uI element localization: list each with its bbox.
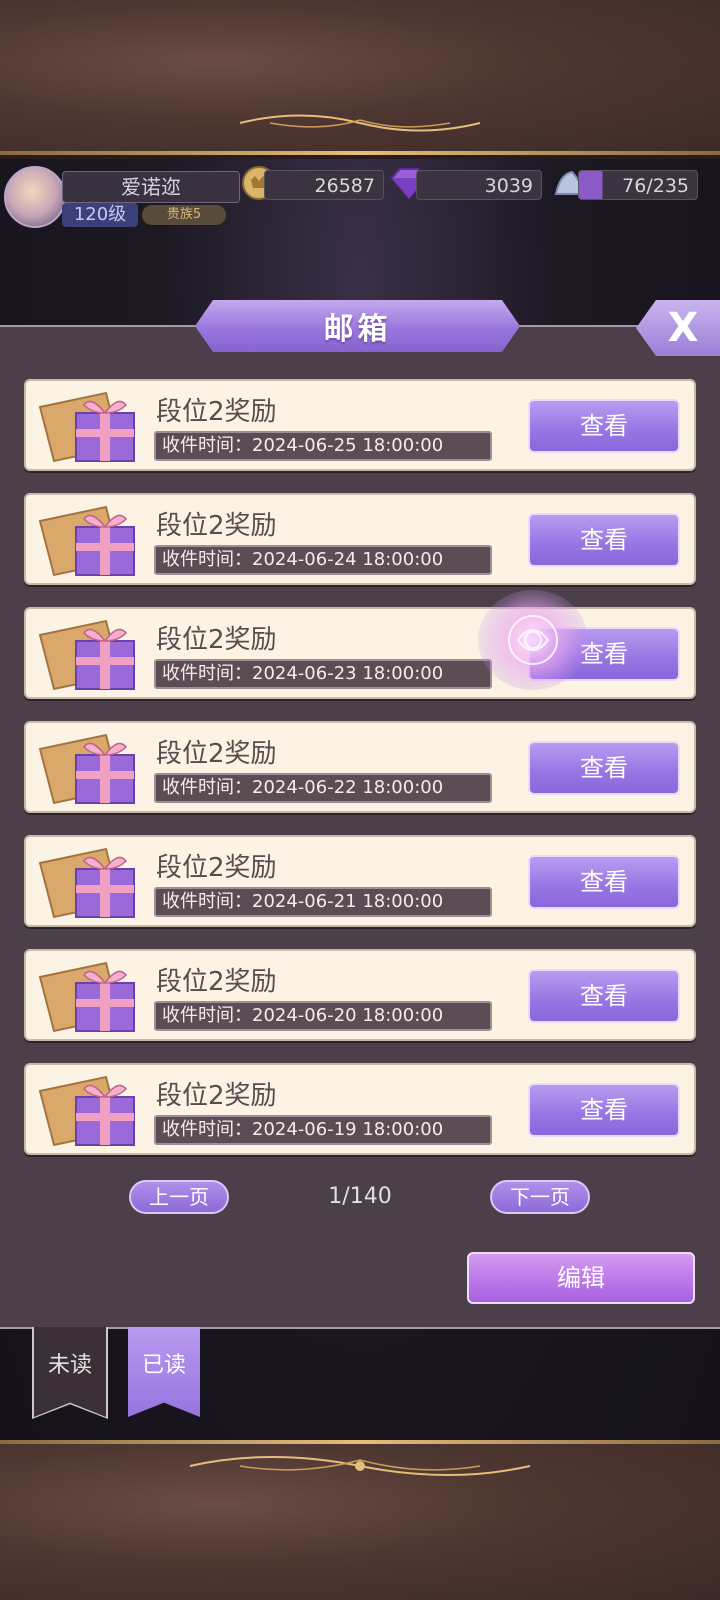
mail-received-time: 收件时间：2024-06-19 18:00:00 <box>154 1115 492 1145</box>
player-avatar[interactable] <box>4 166 66 228</box>
view-mail-button[interactable]: 查看 <box>528 741 680 795</box>
view-mail-button[interactable]: 查看 <box>528 1083 680 1137</box>
mail-gift-icon <box>38 619 135 691</box>
mail-gift-icon <box>38 505 135 577</box>
view-mail-button[interactable]: 查看 <box>528 399 680 453</box>
mail-received-time: 收件时间：2024-06-22 18:00:00 <box>154 773 492 803</box>
diamond-counter: 3039 <box>416 170 542 200</box>
view-mail-button[interactable]: 查看 <box>528 969 680 1023</box>
mail-received-time: 收件时间：2024-06-25 18:00:00 <box>154 431 492 461</box>
mail-item[interactable]: 段位2奖励 收件时间：2024-06-24 18:00:00 查看 <box>24 493 696 585</box>
top-scroll-ornament <box>239 114 481 132</box>
top-ornament-band <box>0 0 720 155</box>
player-name: 爱诺迩 <box>62 171 240 203</box>
edit-button[interactable]: 编辑 <box>467 1252 695 1304</box>
mail-item[interactable]: 段位2奖励 收件时间：2024-06-22 18:00:00 查看 <box>24 721 696 813</box>
mail-received-time: 收件时间：2024-06-21 18:00:00 <box>154 887 492 917</box>
mailbox-title: 邮箱 <box>323 312 392 347</box>
page-indicator: 1/140 <box>328 1184 392 1209</box>
view-mail-button[interactable]: 查看 <box>528 627 680 681</box>
next-page-button[interactable]: 下一页 <box>490 1180 590 1214</box>
mail-item[interactable]: 段位2奖励 收件时间：2024-06-25 18:00:00 查看 <box>24 379 696 471</box>
mail-title: 段位2奖励 <box>156 1081 277 1111</box>
mail-title: 段位2奖励 <box>156 625 277 655</box>
mail-title: 段位2奖励 <box>156 397 277 427</box>
mail-received-time: 收件时间：2024-06-24 18:00:00 <box>154 545 492 575</box>
mail-item[interactable]: 段位2奖励 收件时间：2024-06-21 18:00:00 查看 <box>24 835 696 927</box>
mail-gift-icon <box>38 1075 135 1147</box>
gold-counter: 26587 <box>264 170 384 200</box>
mail-gift-icon <box>38 847 135 919</box>
mail-received-time: 收件时间：2024-06-20 18:00:00 <box>154 1001 492 1031</box>
bottom-ornament-band <box>0 1440 720 1600</box>
mail-gift-icon <box>38 961 135 1033</box>
mail-title: 段位2奖励 <box>156 967 277 997</box>
mailbox-panel <box>0 325 720 1329</box>
mail-received-time: 收件时间：2024-06-23 18:00:00 <box>154 659 492 689</box>
mail-gift-icon <box>38 391 135 463</box>
view-mail-button[interactable]: 查看 <box>528 855 680 909</box>
mail-gift-icon <box>38 733 135 805</box>
stamina-counter: 76/235 <box>578 170 698 200</box>
mail-item[interactable]: 段位2奖励 收件时间：2024-06-19 18:00:00 查看 <box>24 1063 696 1155</box>
mail-item[interactable]: 段位2奖励 收件时间：2024-06-20 18:00:00 查看 <box>24 949 696 1041</box>
prev-page-button[interactable]: 上一页 <box>129 1180 229 1214</box>
mail-title: 段位2奖励 <box>156 853 277 883</box>
mail-item[interactable]: 段位2奖励 收件时间：2024-06-23 18:00:00 查看 <box>24 607 696 699</box>
player-level: 120级 <box>62 203 138 227</box>
player-rank-badge: 贵族5 <box>142 205 226 225</box>
mail-title: 段位2奖励 <box>156 739 277 769</box>
mailbox-title-banner: 邮箱 <box>195 300 520 352</box>
bottom-scroll-ornament <box>189 1456 531 1476</box>
mail-title: 段位2奖励 <box>156 511 277 541</box>
view-mail-button[interactable]: 查看 <box>528 513 680 567</box>
